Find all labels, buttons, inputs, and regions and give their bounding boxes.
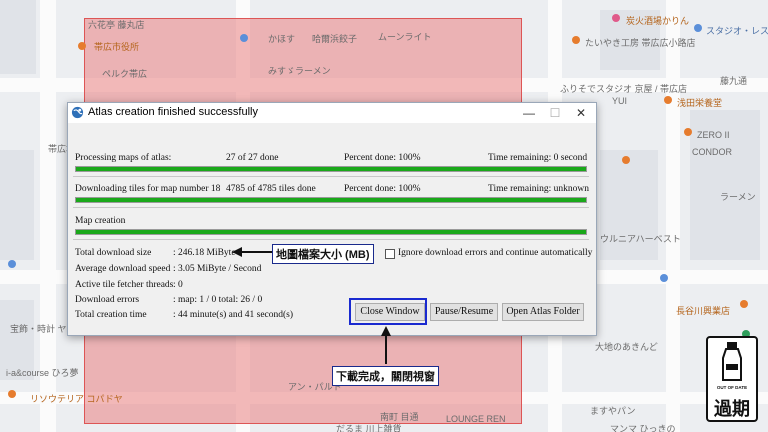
milk-bottle-icon [722,342,742,381]
logo-text: 過期 [714,399,750,419]
out-of-date-logo: OUT OF DATE 過期 [706,336,758,422]
logo-caption: OUT OF DATE [716,385,748,390]
arrow-head-icon [232,247,242,257]
close-window-annotation: 下載完成，關閉視窗 [332,366,439,386]
download-size-annotation: 地圖檔案大小 (MB) [272,244,374,264]
arrow-head-icon [381,326,391,336]
